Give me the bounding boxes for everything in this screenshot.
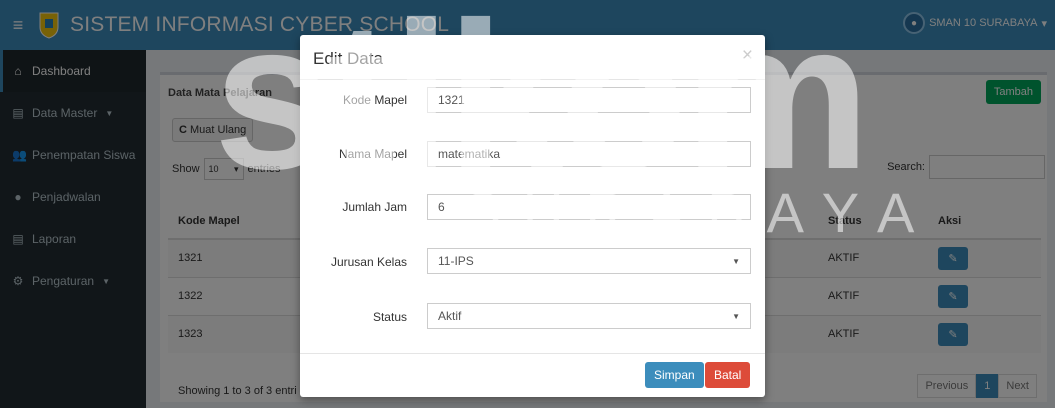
nama-mapel-value: matematika xyxy=(438,147,501,161)
cancel-button[interactable]: Batal xyxy=(705,362,751,388)
kode-mapel-value: 1321 xyxy=(438,93,465,107)
jurusan-kelas-select[interactable]: 11-IPS ▼ xyxy=(427,248,751,274)
divider xyxy=(300,353,765,354)
status-select[interactable]: Aktif ▼ xyxy=(427,303,751,329)
close-icon[interactable]: × xyxy=(742,45,753,67)
jumlah-jam-label: Jumlah Jam xyxy=(342,200,407,214)
kode-mapel-label: Kode Mapel xyxy=(342,93,407,107)
caret-down-icon: ▼ xyxy=(732,311,740,321)
jumlah-jam-value: 6 xyxy=(438,200,445,214)
kode-mapel-input[interactable]: 1321 xyxy=(427,87,751,113)
nama-mapel-label: Nama Mapel xyxy=(338,147,407,161)
edit-data-modal: Edit Data × Kode Mapel 1321 Nama Mapel m… xyxy=(300,35,765,397)
save-button[interactable]: Simpan xyxy=(645,362,704,388)
jurusan-kelas-label: Jurusan Kelas xyxy=(330,255,407,269)
jurusan-kelas-value: 11-IPS xyxy=(438,254,474,268)
status-value: Aktif xyxy=(438,309,462,323)
status-label: Status xyxy=(372,310,407,324)
nama-mapel-input[interactable]: matematika xyxy=(427,141,751,167)
modal-title: Edit Data xyxy=(313,49,383,68)
divider xyxy=(300,79,765,80)
jumlah-jam-input[interactable]: 6 xyxy=(427,194,751,220)
caret-down-icon: ▼ xyxy=(732,256,740,266)
